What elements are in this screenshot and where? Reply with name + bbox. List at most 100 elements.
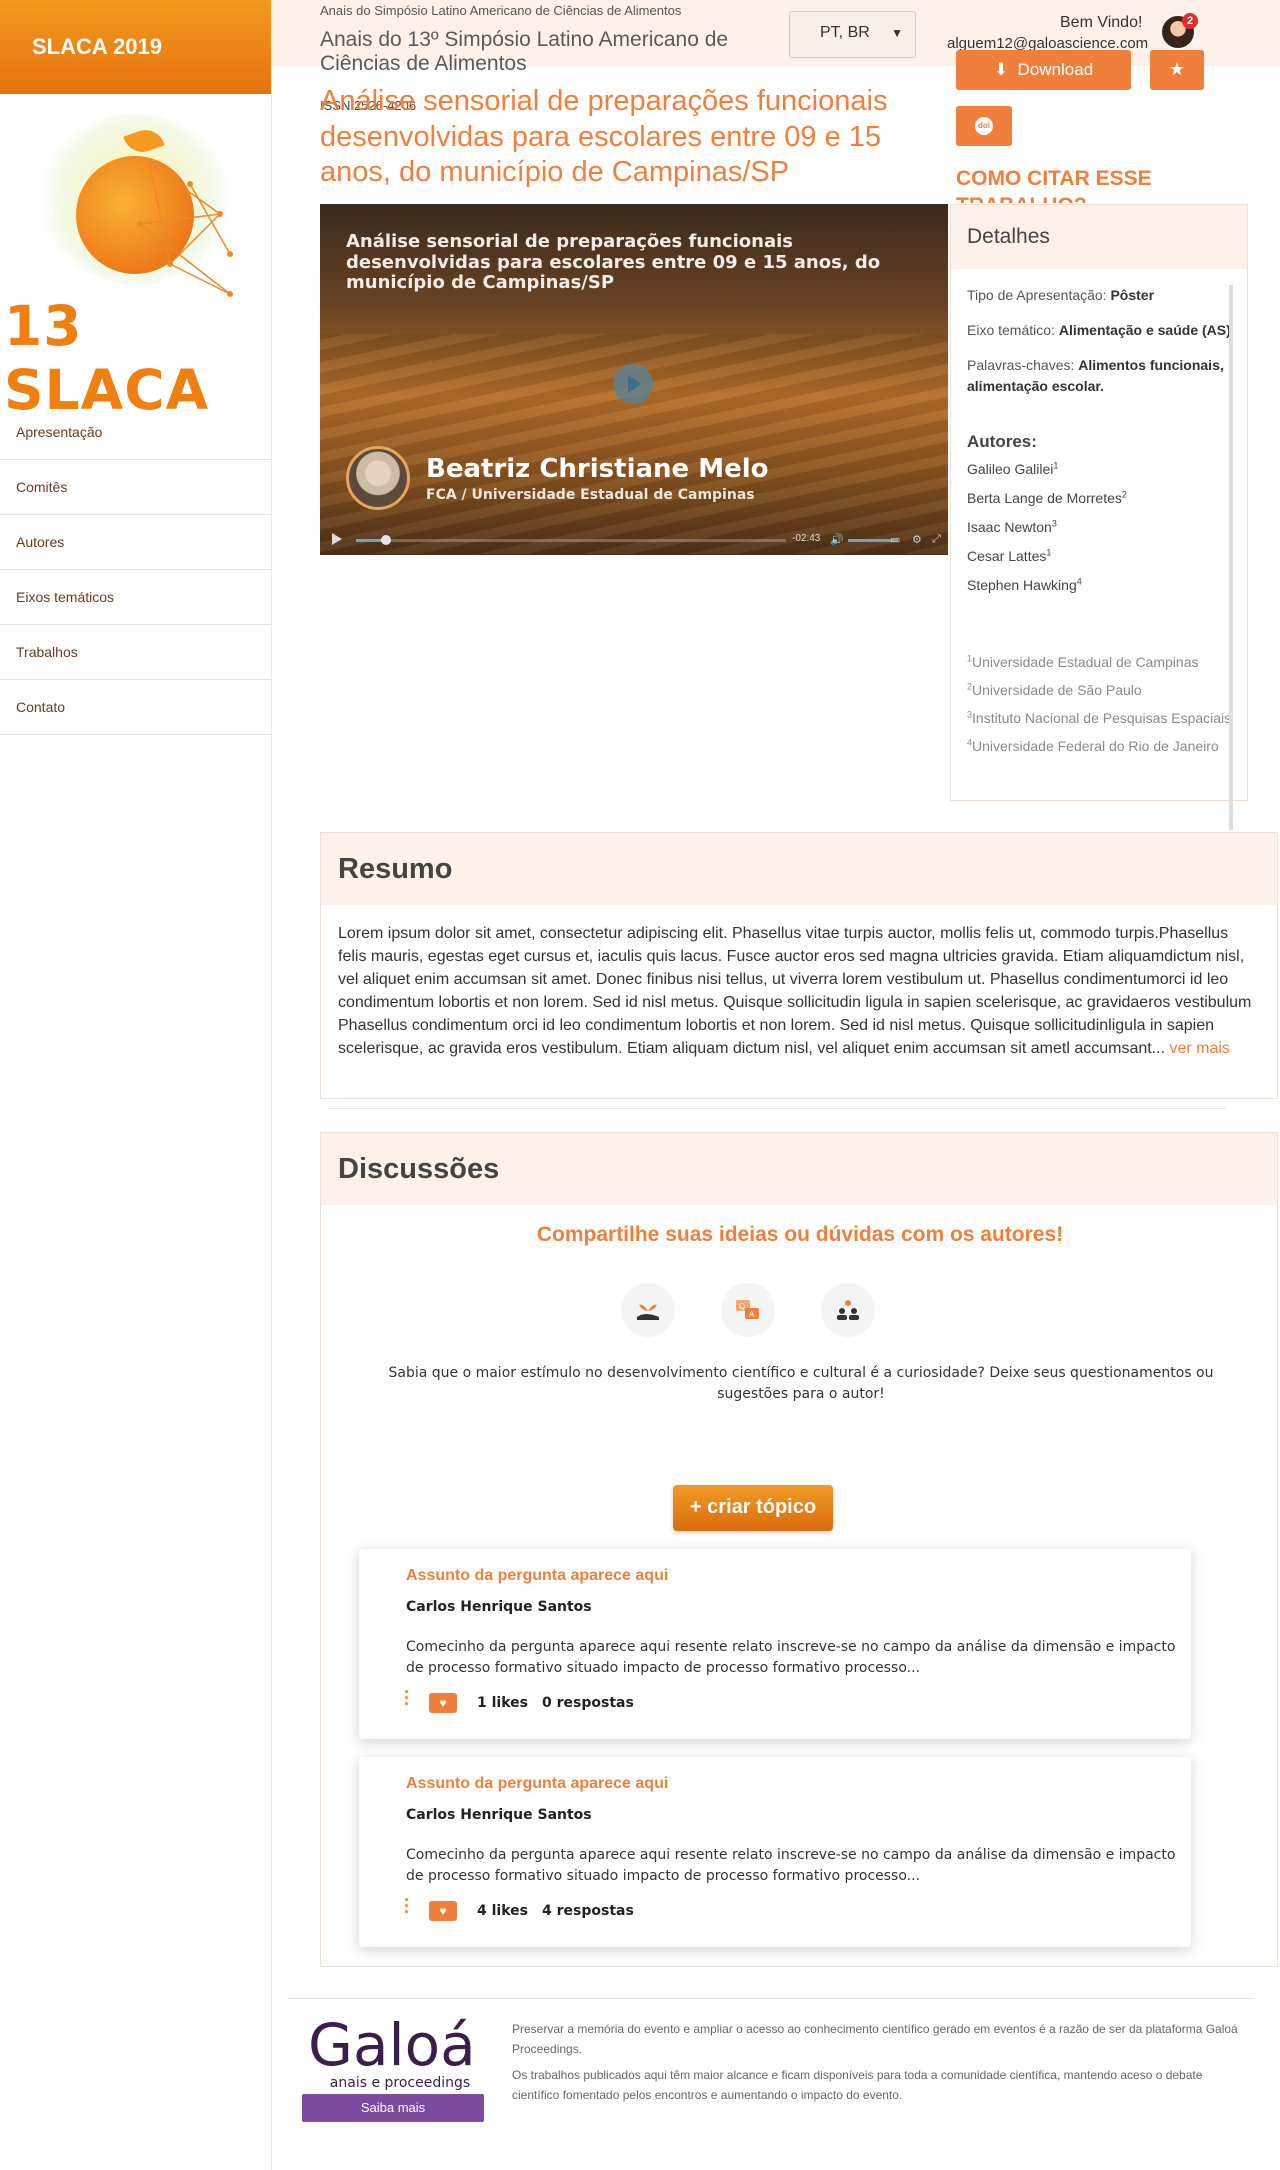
institution-item: 2Universidade de São Paulo: [967, 681, 1142, 698]
sidebar-item-autores[interactable]: Autores: [0, 515, 271, 570]
share-prompt: Compartilhe suas ideias ou dúvidas com o…: [536, 1223, 1064, 1246]
topic-excerpt: Comecinho da pergunta aparece aqui resen…: [406, 1847, 1176, 1884]
speaker-affiliation: FCA / Universidade Estadual de Campinas: [426, 487, 755, 503]
volume-icon[interactable]: 🔊: [830, 533, 844, 546]
read-more-link[interactable]: ver mais: [1169, 1040, 1229, 1057]
topic-excerpt: Comecinho da pergunta aparece aqui resen…: [406, 1639, 1176, 1676]
institution-item: 4Universidade Federal do Rio de Janeiro: [967, 737, 1219, 755]
favorite-button[interactable]: ★: [1150, 50, 1204, 90]
topic-responses[interactable]: 4 respostas: [542, 1903, 634, 1919]
thematic-axis-value: Alimentação e saúde (AS): [1058, 322, 1231, 338]
qa-icon: QA: [721, 1283, 775, 1337]
topic-card[interactable]: Assunto da pergunta aparece aqui Carlos …: [359, 1549, 1191, 1739]
speaker-name: Beatriz Christiane Melo: [426, 454, 769, 484]
presentation-type: Tipo de Apresentação: Pôster: [967, 285, 1235, 306]
thematic-axis-label: Eixo temático:: [967, 322, 1055, 338]
details-panel: Detalhes Tipo de Apresentação: Pôster Ei…: [950, 204, 1248, 830]
presentation-type-value: Pôster: [1110, 287, 1155, 303]
abstract-body: Lorem ipsum dolor sit amet, consectetur …: [338, 925, 1252, 1058]
author-item[interactable]: Stephen Hawking4: [967, 575, 1235, 596]
topic-author: Carlos Henrique Santos: [406, 1807, 592, 1823]
captions-icon[interactable]: ▭: [890, 533, 900, 546]
download-label: Download: [1017, 60, 1094, 79]
event-title: Anais do 13º Simpósio Latino Americano d…: [320, 28, 729, 76]
event-name-small: Anais do Simpósio Latino Americano de Ci…: [320, 3, 682, 18]
divider: [328, 1108, 1226, 1109]
institution-item: 1Universidade Estadual de Campinas: [967, 652, 1199, 670]
abstract-heading: Resumo: [321, 833, 1277, 905]
video-time: -02:43: [792, 533, 821, 544]
details-scrollbar[interactable]: [1229, 285, 1233, 830]
svg-text:Q: Q: [739, 1302, 745, 1311]
sidebar-item-contato[interactable]: Contato: [0, 680, 271, 735]
speaker-portrait: [346, 446, 410, 510]
learn-more-button[interactable]: Saiba mais: [302, 2094, 484, 2122]
chevron-down-icon: ▼: [891, 26, 903, 40]
topic-likes: 1 likes: [477, 1695, 528, 1711]
logo-text: 13 SLACA: [4, 294, 210, 422]
topic-author: Carlos Henrique Santos: [406, 1599, 592, 1615]
details-heading: Detalhes: [951, 205, 1247, 269]
svg-text:A: A: [749, 1310, 755, 1319]
author-item[interactable]: Cesar Lattes1: [967, 546, 1235, 567]
sidebar-item-trabalhos[interactable]: Trabalhos: [0, 625, 271, 680]
play-icon[interactable]: [613, 364, 653, 404]
download-button[interactable]: ⬇ Download: [956, 50, 1131, 90]
topic-likes: 4 likes: [477, 1903, 528, 1919]
progress-knob[interactable]: [381, 535, 392, 545]
people-icon: [821, 1283, 875, 1337]
presentation-type-label: Tipo de Apresentação:: [967, 287, 1107, 303]
topic-responses[interactable]: 0 respostas: [542, 1695, 634, 1711]
discussions-section: Discussões Compartilhe suas ideias ou dú…: [320, 1132, 1278, 1967]
abstract-text: Lorem ipsum dolor sit amet, consectetur …: [321, 905, 1277, 1060]
play-button-icon[interactable]: [332, 533, 342, 545]
author-item[interactable]: Isaac Newton3: [967, 517, 1235, 538]
like-icon[interactable]: ♥: [429, 1693, 457, 1713]
video-title: Análise sensorial de preparações funcion…: [346, 231, 881, 294]
brand-title[interactable]: SLACA 2019: [0, 0, 271, 94]
topic-card[interactable]: Assunto da pergunta aparece aqui Carlos …: [359, 1757, 1191, 1947]
doi-icon: doi: [975, 117, 993, 135]
abstract-section: Resumo Lorem ipsum dolor sit amet, conse…: [320, 832, 1278, 1099]
gear-icon[interactable]: ⚙: [912, 533, 922, 546]
details-body: Tipo de Apresentação: Pôster Eixo temáti…: [967, 285, 1235, 825]
cite-link[interactable]: COMO CITAR ESSE TRABALHO?: [956, 165, 1156, 203]
video-controls: -02:43 🔊 ▭ ⚙ ⤢: [320, 524, 948, 555]
network-icon: [137, 161, 233, 297]
keywords-label: Palavras-chaves:: [967, 357, 1075, 373]
language-select[interactable]: PT, BR ▼: [789, 11, 916, 58]
author-item[interactable]: Berta Lange de Morretes2: [967, 488, 1235, 509]
star-icon: ★: [1168, 59, 1186, 79]
notification-badge[interactable]: 2: [1182, 13, 1198, 29]
more-options-icon[interactable]: · · ·: [404, 1683, 410, 1713]
fullscreen-icon[interactable]: ⤢: [932, 533, 941, 546]
topic-question[interactable]: Assunto da pergunta aparece aqui: [406, 1567, 668, 1585]
more-options-icon[interactable]: · · ·: [404, 1891, 410, 1921]
thematic-axis: Eixo temático: Alimentação e saúde (AS): [967, 320, 1235, 341]
progress-bar[interactable]: [356, 539, 786, 542]
author-item[interactable]: Galileo Galilei1: [967, 459, 1235, 480]
welcome-text: Bem Vindo!: [1060, 14, 1143, 31]
footer-text-2: Os trabalhos publicados aqui têm maior a…: [512, 2068, 1203, 2103]
discussion-lead: Sabia que o maior estímulo no desenvolvi…: [388, 1365, 1214, 1402]
discussion-icons: QA: [621, 1283, 1021, 1343]
sidebar-nav: Apresentação Comitês Autores Eixos temát…: [0, 405, 271, 735]
footer: Galoá anais e proceedings Saiba mais Pre…: [288, 1998, 1254, 2128]
language-value: PT, BR: [820, 24, 870, 41]
footer-text-1: Preservar a memória do evento e ampliar …: [512, 2022, 1238, 2057]
like-icon[interactable]: ♥: [429, 1901, 457, 1921]
create-topic-button[interactable]: + criar tópico: [673, 1485, 833, 1531]
sidebar-item-eixos[interactable]: Eixos temáticos: [0, 570, 271, 625]
download-icon: ⬇: [993, 60, 1009, 79]
paper-title: Análise sensorial de preparações funcion…: [320, 85, 888, 189]
topic-question[interactable]: Assunto da pergunta aparece aqui: [406, 1775, 668, 1793]
video-player[interactable]: Análise sensorial de preparações funcion…: [320, 204, 948, 555]
keywords: Palavras-chaves: Alimentos funcionais, a…: [967, 355, 1235, 397]
institution-item: 3Instituto Nacional de Pesquisas Espacia…: [967, 709, 1232, 727]
doi-button[interactable]: doi: [956, 106, 1012, 146]
plant-hand-icon: [621, 1283, 675, 1337]
event-logo: 13 SLACA: [0, 94, 271, 422]
institutions: 1Universidade Estadual de Campinas 2Univ…: [967, 652, 1235, 757]
sidebar-item-comites[interactable]: Comitês: [0, 460, 271, 515]
sidebar: SLACA 2019 13 SLACA Apresentação Comitês…: [0, 0, 272, 2170]
